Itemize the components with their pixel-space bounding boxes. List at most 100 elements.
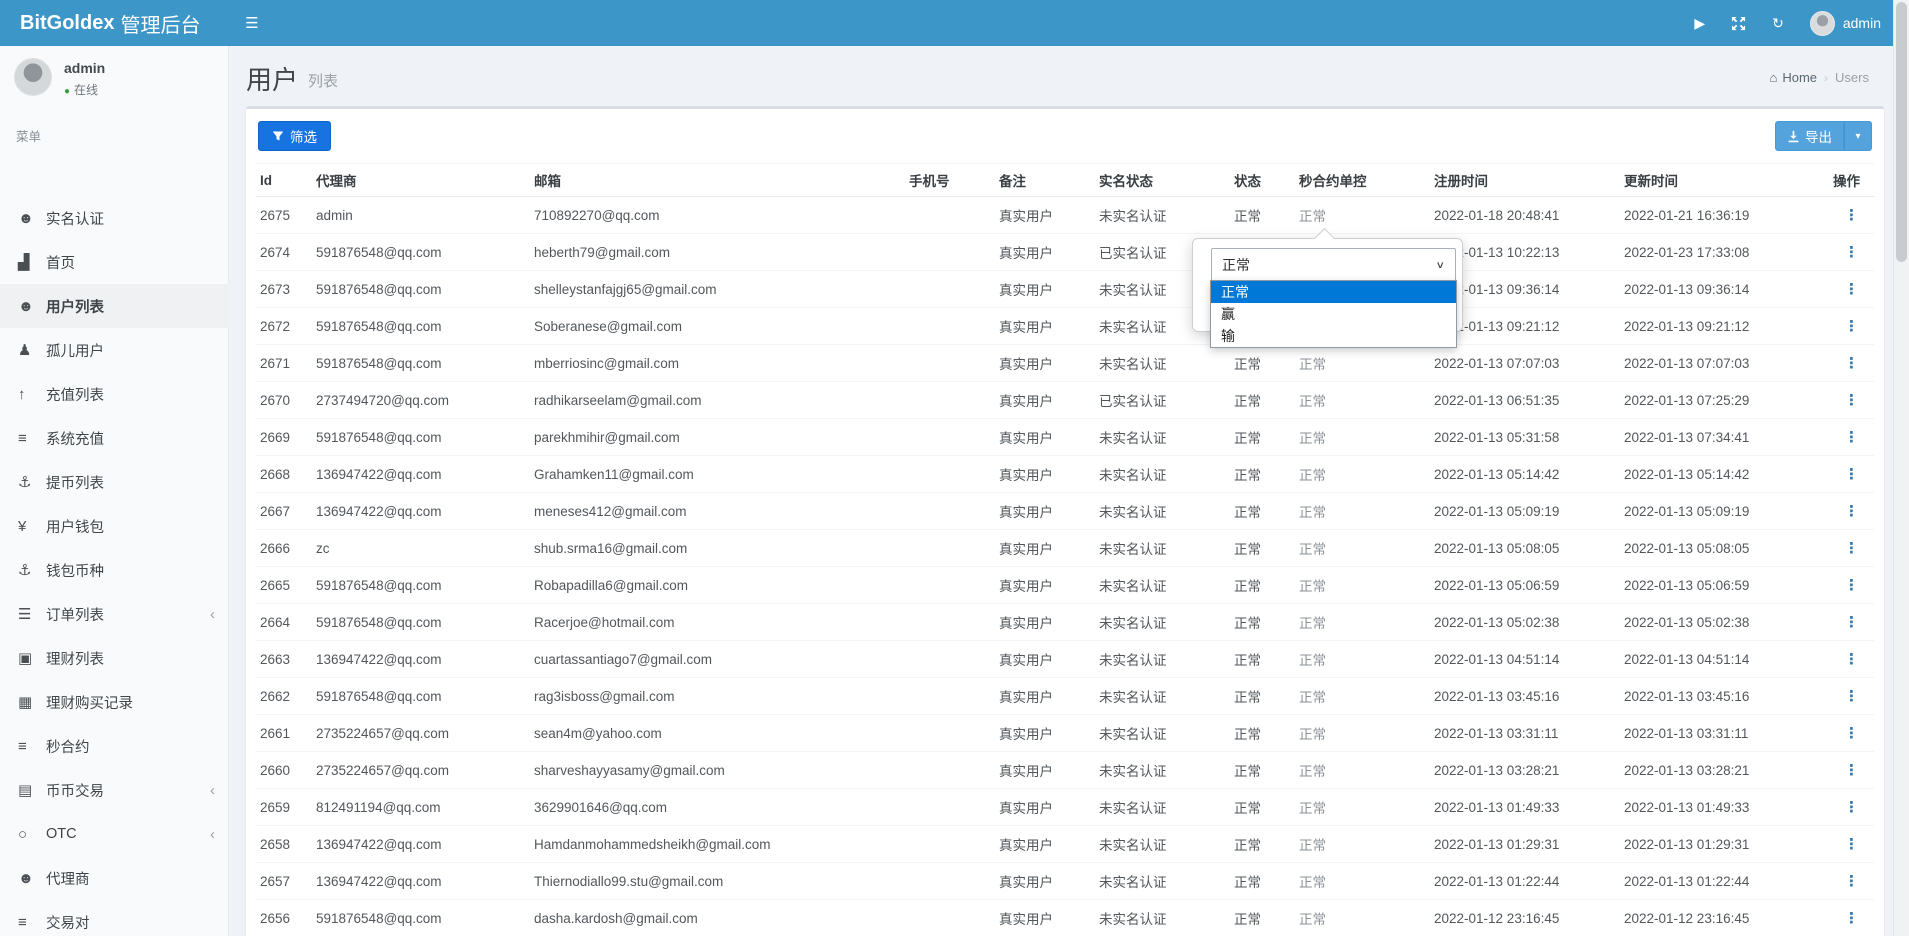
cell-actions: ⋮ <box>1815 752 1874 789</box>
sidebar-item-币币交易[interactable]: ▤币币交易‹ <box>0 768 229 812</box>
row-actions-icon[interactable]: ⋮ <box>1844 355 1860 372</box>
cell-status[interactable]: 正常 <box>1230 382 1295 419</box>
cell-status[interactable]: 正常 <box>1230 197 1295 234</box>
cell-register-time: 2022-01-13 05:09:19 <box>1430 493 1620 530</box>
app-logo[interactable]: BitGoldex 管理后台 <box>0 0 229 46</box>
refresh-icon[interactable]: ↻ <box>1772 15 1784 32</box>
export-button[interactable]: 导出 <box>1775 121 1844 151</box>
cell-update-time: 2022-01-12 23:16:45 <box>1620 900 1815 936</box>
sidebar-item-理财列表[interactable]: ▣理财列表 <box>0 636 229 680</box>
play-icon[interactable]: ▶ <box>1694 15 1705 32</box>
sidebar-item-交易对[interactable]: ≡交易对 <box>0 900 229 936</box>
row-actions-icon[interactable]: ⋮ <box>1844 614 1860 631</box>
sidebar-item-充值列表[interactable]: ↑充值列表 <box>0 372 229 416</box>
sidebar-item-用户钱包[interactable]: ¥用户钱包 <box>0 504 229 548</box>
row-actions-icon[interactable]: ⋮ <box>1844 873 1860 890</box>
cell-order-control[interactable]: 正常 <box>1295 382 1430 419</box>
row-actions-icon[interactable]: ⋮ <box>1844 503 1860 520</box>
cell-actions: ⋮ <box>1815 900 1874 936</box>
option-输[interactable]: 输 <box>1211 325 1456 347</box>
option-正常[interactable]: 正常 <box>1211 281 1456 303</box>
cell-status[interactable]: 正常 <box>1230 678 1295 715</box>
cell-order-control[interactable]: 正常 <box>1295 678 1430 715</box>
fullscreen-icon[interactable] <box>1731 16 1746 31</box>
cell-order-control[interactable]: 正常 <box>1295 752 1430 789</box>
cell-order-control[interactable]: 正常 <box>1295 789 1430 826</box>
row-actions-icon[interactable]: ⋮ <box>1844 725 1860 742</box>
export-dropdown-toggle[interactable]: ▾ <box>1844 121 1872 151</box>
cell-status[interactable]: 正常 <box>1230 789 1295 826</box>
row-actions-icon[interactable]: ⋮ <box>1844 577 1860 594</box>
sidebar-item-OTC[interactable]: ○OTC‹ <box>0 812 229 856</box>
row-actions-icon[interactable]: ⋮ <box>1844 799 1860 816</box>
cell-actions: ⋮ <box>1815 493 1874 530</box>
order-control-select[interactable]: 正常 ∨ <box>1211 248 1456 281</box>
cell-email: cuartassantiago7@gmail.com <box>530 641 905 678</box>
cell-order-control[interactable]: 正常 <box>1295 826 1430 863</box>
cell-agent: 2735224657@qq.com <box>312 715 530 752</box>
cell-order-control[interactable]: 正常 <box>1295 900 1430 936</box>
topbar-user-menu[interactable]: admin <box>1810 11 1881 36</box>
cell-update-time: 2022-01-13 05:02:38 <box>1620 604 1815 641</box>
cell-order-control[interactable]: 正常 <box>1295 419 1430 456</box>
cell-order-control[interactable]: 正常 <box>1295 456 1430 493</box>
cell-order-control[interactable]: 正常 <box>1295 715 1430 752</box>
cell-status[interactable]: 正常 <box>1230 345 1295 382</box>
row-actions-icon[interactable]: ⋮ <box>1844 910 1860 927</box>
cell-status[interactable]: 正常 <box>1230 752 1295 789</box>
cell-status[interactable]: 正常 <box>1230 900 1295 936</box>
row-actions-icon[interactable]: ⋮ <box>1844 281 1860 298</box>
cell-order-control[interactable]: 正常 <box>1295 530 1430 567</box>
row-actions-icon[interactable]: ⋮ <box>1844 651 1860 668</box>
cell-status[interactable]: 正常 <box>1230 419 1295 456</box>
cell-order-control[interactable]: 正常 <box>1295 493 1430 530</box>
row-actions-icon[interactable]: ⋮ <box>1844 207 1860 224</box>
cell-order-control[interactable]: 正常 <box>1295 567 1430 604</box>
cell-order-control[interactable]: 正常 <box>1295 604 1430 641</box>
cell-status[interactable]: 正常 <box>1230 604 1295 641</box>
row-actions-icon[interactable]: ⋮ <box>1844 688 1860 705</box>
cell-order-control[interactable]: 正常 <box>1295 345 1430 382</box>
row-actions-icon[interactable]: ⋮ <box>1844 244 1860 261</box>
cell-status[interactable]: 正常 <box>1230 567 1295 604</box>
scrollbar-thumb[interactable] <box>1896 2 1907 262</box>
sidebar-item-秒合约[interactable]: ≡秒合约 <box>0 724 229 768</box>
row-actions-icon[interactable]: ⋮ <box>1844 540 1860 557</box>
cell-actions: ⋮ <box>1815 789 1874 826</box>
cell-status[interactable]: 正常 <box>1230 641 1295 678</box>
sidebar-item-代理商[interactable]: ☻代理商 <box>0 856 229 900</box>
cell-order-control[interactable]: 正常 <box>1295 197 1430 234</box>
sidebar-item-钱包币种[interactable]: ⚓钱包币种 <box>0 548 229 592</box>
sidebar-item-订单列表[interactable]: ☰订单列表‹ <box>0 592 229 636</box>
row-actions-icon[interactable]: ⋮ <box>1844 762 1860 779</box>
sidebar-item-系统充值[interactable]: ≡系统充值 <box>0 416 229 460</box>
row-actions-icon[interactable]: ⋮ <box>1844 392 1860 409</box>
column-header-手机号: 手机号 <box>905 164 995 197</box>
breadcrumb-home-link[interactable]: ⌂ Home <box>1770 70 1818 85</box>
cell-status[interactable]: 正常 <box>1230 530 1295 567</box>
sidebar-item-孤儿用户[interactable]: ♟孤儿用户 <box>0 328 229 372</box>
cell-order-control[interactable]: 正常 <box>1295 863 1430 900</box>
option-赢[interactable]: 赢 <box>1211 303 1456 325</box>
cell-status[interactable]: 正常 <box>1230 826 1295 863</box>
cell-status[interactable]: 正常 <box>1230 493 1295 530</box>
row-actions-icon[interactable]: ⋮ <box>1844 466 1860 483</box>
vertical-scrollbar[interactable] <box>1893 0 1909 936</box>
filter-button[interactable]: 筛选 <box>258 121 331 151</box>
cell-id: 2661 <box>256 715 312 752</box>
cell-status[interactable]: 正常 <box>1230 863 1295 900</box>
sidebar-item-理财购买记录[interactable]: ▦理财购买记录 <box>0 680 229 724</box>
cell-update-time: 2022-01-13 01:22:44 <box>1620 863 1815 900</box>
sidebar-toggle-button[interactable]: ☰ <box>229 0 275 46</box>
row-actions-icon[interactable]: ⋮ <box>1844 318 1860 335</box>
row-actions-icon[interactable]: ⋮ <box>1844 836 1860 853</box>
sidebar-item-实名认证[interactable]: ☻实名认证 <box>0 196 229 240</box>
sidebar-item-提币列表[interactable]: ⚓提币列表 <box>0 460 229 504</box>
sidebar-item-用户列表[interactable]: ☻用户列表 <box>0 284 229 328</box>
cell-status[interactable]: 正常 <box>1230 456 1295 493</box>
cell-agent: 136947422@qq.com <box>312 456 530 493</box>
row-actions-icon[interactable]: ⋮ <box>1844 429 1860 446</box>
cell-order-control[interactable]: 正常 <box>1295 641 1430 678</box>
sidebar-item-首页[interactable]: ▟首页 <box>0 240 229 284</box>
cell-status[interactable]: 正常 <box>1230 715 1295 752</box>
